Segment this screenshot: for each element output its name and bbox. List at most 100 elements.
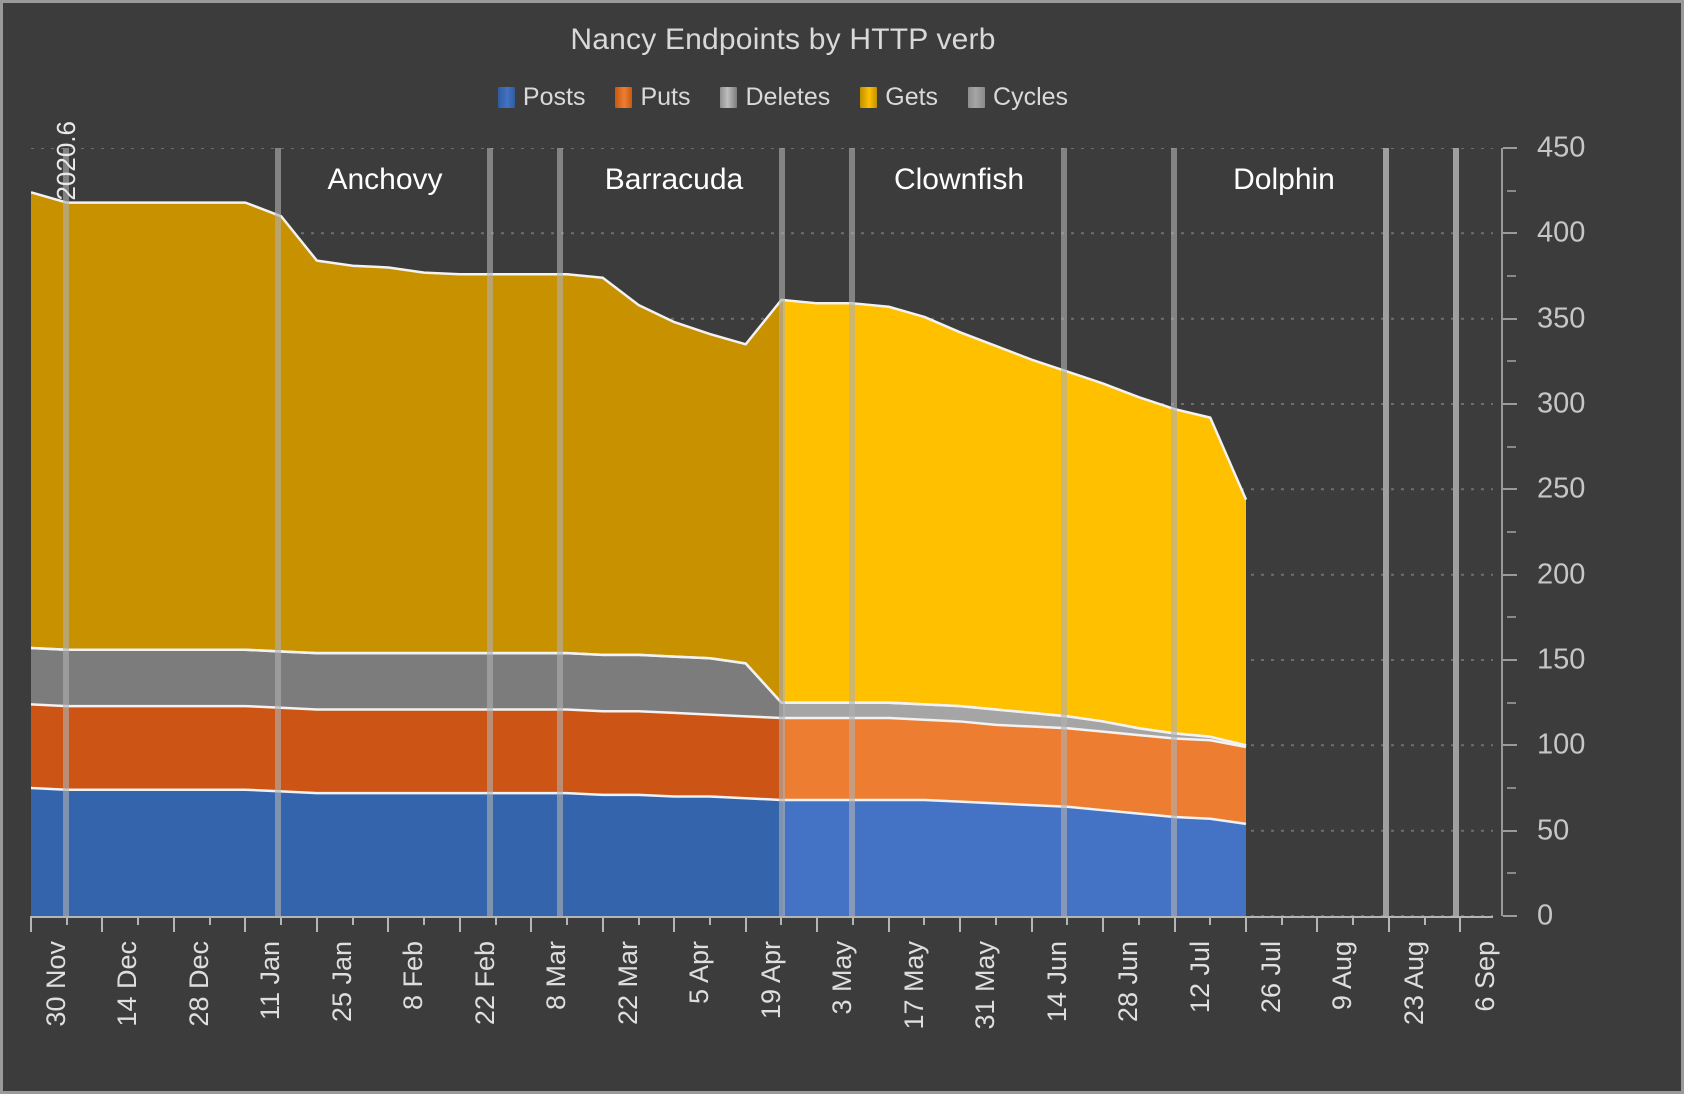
milestone-line-5[interactable]	[779, 148, 785, 916]
legend-item-cycles[interactable]: Cycles	[968, 83, 1068, 112]
x-tick-mark-10	[744, 916, 747, 932]
x-tick-mark-9	[673, 916, 676, 932]
y-axis-line	[1501, 148, 1503, 916]
x-tick-mark-13	[959, 916, 962, 932]
legend-item-deletes[interactable]: Deletes	[720, 83, 830, 112]
x-tick-minor-9	[708, 916, 711, 925]
y-tick-minor-225	[1507, 531, 1516, 533]
x-tick-mark-20	[1459, 916, 1462, 932]
x-tick-mark-3	[244, 916, 247, 932]
y-tick-mark-100	[1503, 744, 1517, 747]
x-tick-minor-6	[494, 916, 497, 925]
x-tick-label-6-sep: 6 Sep	[1470, 941, 1501, 1012]
x-tick-minor-11	[851, 916, 854, 925]
y-tick-minor-125	[1507, 701, 1516, 704]
legend-item-posts[interactable]: Posts	[497, 83, 586, 112]
legend-swatch-deletes	[720, 87, 738, 108]
x-tick-mark-8	[601, 916, 604, 932]
y-tick-mark-450	[1503, 147, 1517, 149]
x-tick-minor-4	[351, 916, 354, 925]
milestone-line-10[interactable]	[1453, 148, 1459, 916]
legend-label-puts: Puts	[640, 83, 691, 111]
x-tick-label-17-may: 17 May	[898, 941, 929, 1030]
x-tick-mark-14	[1030, 916, 1033, 932]
y-tick-label-400: 400	[1537, 216, 1586, 249]
y-tick-mark-400	[1503, 232, 1517, 235]
milestone-line-3[interactable]	[487, 148, 493, 916]
milestone-line-7[interactable]	[1061, 148, 1067, 916]
milestone-label-barracuda: Barracuda	[604, 163, 744, 196]
x-tick-minor-15	[1137, 916, 1140, 925]
y-tick-minor-375	[1507, 275, 1516, 277]
y-tick-label-450: 450	[1537, 131, 1586, 164]
y-tick-minor-75	[1507, 787, 1516, 789]
x-tick-minor-17	[1280, 916, 1283, 925]
milestone-line-4[interactable]	[557, 148, 563, 916]
x-tick-mark-12	[887, 916, 890, 932]
y-tick-label-350: 350	[1537, 302, 1586, 335]
y-tick-label-150: 150	[1537, 643, 1586, 676]
x-tick-minor-1	[137, 916, 140, 925]
x-tick-mark-19	[1387, 916, 1390, 932]
x-tick-minor-12	[923, 916, 926, 925]
y-tick-mark-0	[1503, 915, 1517, 917]
x-axis-line	[31, 916, 1493, 918]
milestone-line-8[interactable]	[1171, 148, 1177, 916]
x-tick-mark-0	[30, 916, 32, 932]
y-tick-minor-325	[1507, 360, 1516, 363]
x-tick-label-31-may: 31 May	[970, 941, 1001, 1030]
y-tick-mark-250	[1503, 488, 1517, 491]
x-tick-minor-14	[1066, 916, 1069, 925]
x-tick-minor-5	[423, 916, 426, 925]
x-tick-minor-7	[566, 916, 569, 925]
milestone-label-dolphin: Dolphin	[1233, 163, 1335, 196]
legend-label-gets: Gets	[885, 83, 939, 111]
x-tick-label-22-mar: 22 Mar	[612, 941, 643, 1026]
legend-swatch-posts	[497, 87, 515, 108]
legend-item-puts[interactable]: Puts	[615, 83, 690, 112]
x-tick-minor-13	[994, 916, 997, 925]
x-tick-minor-10	[780, 916, 783, 925]
x-tick-mark-6	[458, 916, 461, 932]
x-tick-label-3-may: 3 May	[827, 941, 858, 1015]
x-tick-mark-11	[816, 916, 819, 932]
x-tick-label-8-mar: 8 Mar	[541, 941, 572, 1011]
y-tick-mark-200	[1503, 573, 1517, 576]
y-tick-minor-275	[1507, 445, 1516, 448]
milestone-line-2[interactable]	[275, 148, 281, 916]
milestone-label-clownfish: Clownfish	[893, 163, 1025, 196]
x-tick-mark-2	[172, 916, 175, 932]
x-tick-minor-18	[1352, 916, 1355, 925]
x-tick-label-22-feb: 22 Feb	[469, 941, 500, 1026]
x-tick-label-30-nov: 30 Nov	[41, 941, 71, 1027]
y-axis: 0 50 100 150 200 250 300 350 400 450	[1493, 132, 1613, 932]
x-tick-label-14-jun: 14 Jun	[1041, 941, 1072, 1023]
legend-label-posts: Posts	[522, 83, 586, 111]
legend-label-deletes: Deletes	[745, 83, 831, 111]
x-tick-label-9-aug: 9 Aug	[1327, 941, 1358, 1011]
x-tick-minor-8	[637, 916, 640, 925]
y-tick-label-0: 0	[1537, 899, 1554, 932]
x-tick-label-11-jan: 11 Jan	[255, 941, 286, 1021]
milestone-line-9[interactable]	[1383, 148, 1389, 916]
milestone-line-1[interactable]	[63, 148, 69, 916]
chart-legend: Posts Puts Deletes Gets Cycles	[3, 83, 1563, 112]
stacked-area-svg	[31, 148, 1493, 916]
y-tick-label-200: 200	[1537, 558, 1586, 591]
x-tick-label-8-feb: 8 Feb	[398, 941, 429, 1011]
y-tick-mark-300	[1503, 403, 1517, 405]
x-tick-minor-16	[1209, 916, 1212, 925]
legend-label-cycles: Cycles	[993, 83, 1069, 111]
x-tick-mark-18	[1316, 916, 1319, 932]
x-tick-mark-1	[101, 916, 104, 932]
plot-area	[31, 148, 1493, 916]
y-tick-mark-350	[1503, 317, 1517, 320]
milestone-line-6[interactable]	[849, 148, 855, 916]
milestone-label-anchovy: Anchovy	[327, 163, 443, 196]
legend-item-gets[interactable]: Gets	[860, 83, 938, 112]
y-tick-mark-50	[1503, 829, 1517, 832]
x-tick-label-12-jul: 12 Jul	[1184, 941, 1215, 1014]
x-tick-label-28-jun: 28 Jun	[1113, 941, 1144, 1023]
legend-swatch-cycles	[968, 87, 986, 108]
x-tick-label-19-apr: 19 Apr	[755, 941, 786, 1020]
